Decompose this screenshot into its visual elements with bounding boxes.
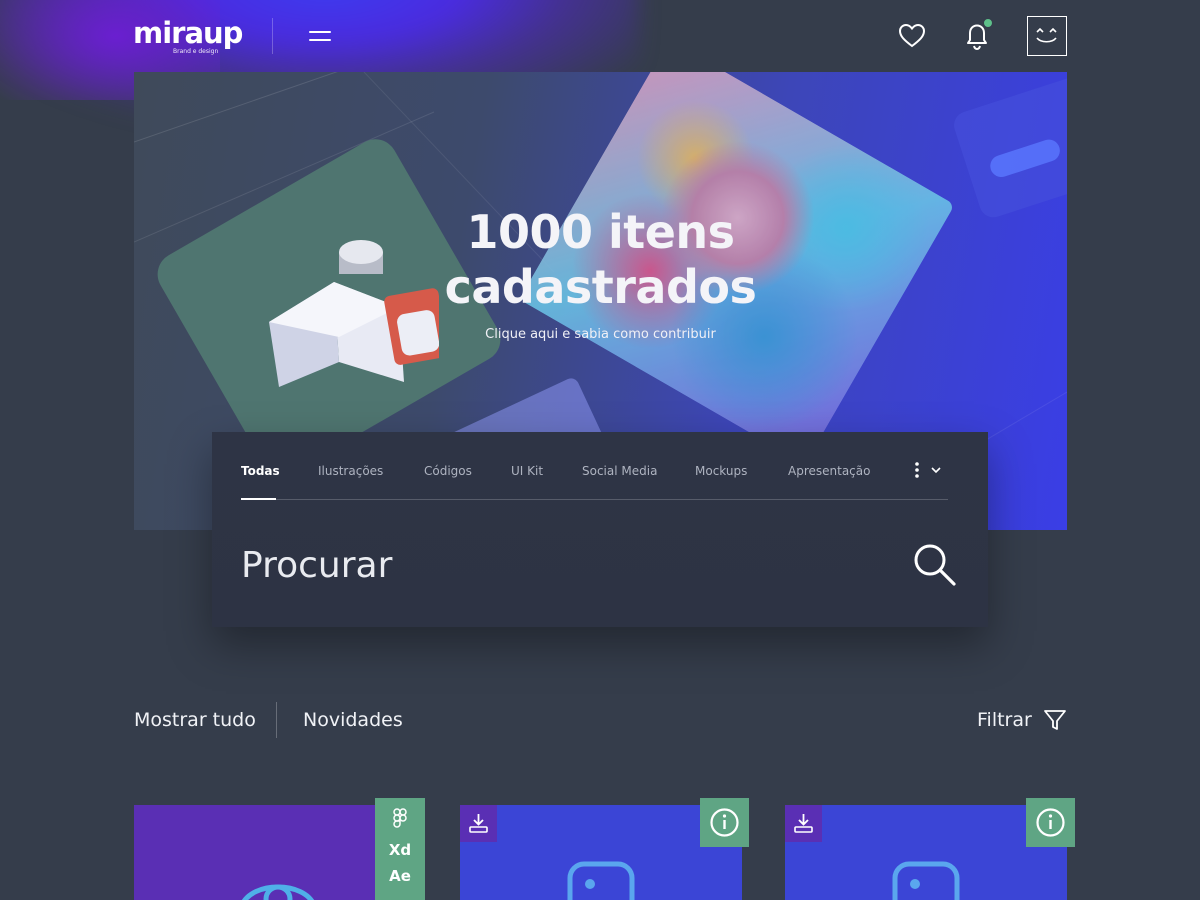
tab-apresentacao[interactable]: Apresentação (788, 464, 870, 478)
image-icon (567, 861, 635, 900)
hero-title-line1: 1000 itens (466, 205, 735, 259)
figma-icon (393, 808, 407, 828)
tools-tag: Xd Ae (375, 798, 425, 900)
avatar-smile-icon (1036, 27, 1057, 43)
more-categories-button[interactable] (909, 460, 949, 480)
tab-todas[interactable]: Todas (241, 464, 280, 478)
item-card[interactable] (785, 805, 1067, 900)
news-button[interactable]: Novidades (303, 709, 403, 731)
tool-xd: Xd (388, 841, 412, 859)
search-panel: Todas Ilustrações Códigos UI Kit Social … (212, 432, 988, 627)
download-icon (794, 814, 813, 833)
tab-mockups[interactable]: Mockups (695, 464, 747, 478)
heart-icon[interactable] (898, 22, 926, 50)
logo[interactable]: miraup Brand e design (133, 14, 243, 58)
toolbar-divider (276, 702, 277, 738)
search-input[interactable] (241, 540, 841, 590)
download-button[interactable] (460, 805, 497, 842)
download-button[interactable] (785, 805, 822, 842)
category-tabs: Todas Ilustrações Códigos UI Kit Social … (212, 432, 988, 500)
hero-title-line2: cadastrados (444, 260, 757, 314)
info-button[interactable] (700, 798, 749, 847)
tab-codigos[interactable]: Códigos (424, 464, 472, 478)
hero-title: 1000 itens cadastrados (134, 205, 1067, 315)
search-icon[interactable] (912, 542, 958, 588)
tool-ae: Ae (389, 867, 411, 885)
header-divider (272, 18, 273, 54)
logo-text: miraup (133, 16, 243, 50)
image-icon (892, 861, 960, 900)
tab-social-media[interactable]: Social Media (582, 464, 657, 478)
tab-ilustracoes[interactable]: Ilustrações (318, 464, 383, 478)
show-all-button[interactable]: Mostrar tudo (134, 709, 256, 731)
item-card[interactable] (134, 805, 416, 900)
top-header: miraup Brand e design (0, 0, 1200, 72)
tab-ui-kit[interactable]: UI Kit (511, 464, 543, 478)
notification-dot (983, 18, 993, 28)
active-tab-indicator (241, 498, 276, 500)
filter-button[interactable]: Filtrar (977, 709, 1032, 731)
listing-toolbar: Mostrar tudo Novidades Filtrar (134, 700, 1067, 740)
info-icon (710, 808, 739, 837)
menu-icon[interactable] (309, 28, 331, 44)
avatar[interactable] (1027, 16, 1067, 56)
info-button[interactable] (1026, 798, 1075, 847)
hero-subtitle-link[interactable]: Clique aqui e sabia como contribuir (134, 327, 1067, 342)
download-icon (469, 814, 488, 833)
eye-icon (242, 884, 314, 900)
info-icon (1036, 808, 1065, 837)
filter-icon[interactable] (1043, 708, 1067, 732)
logo-subtitle: Brand e design (173, 48, 219, 55)
tabs-divider (241, 499, 948, 500)
